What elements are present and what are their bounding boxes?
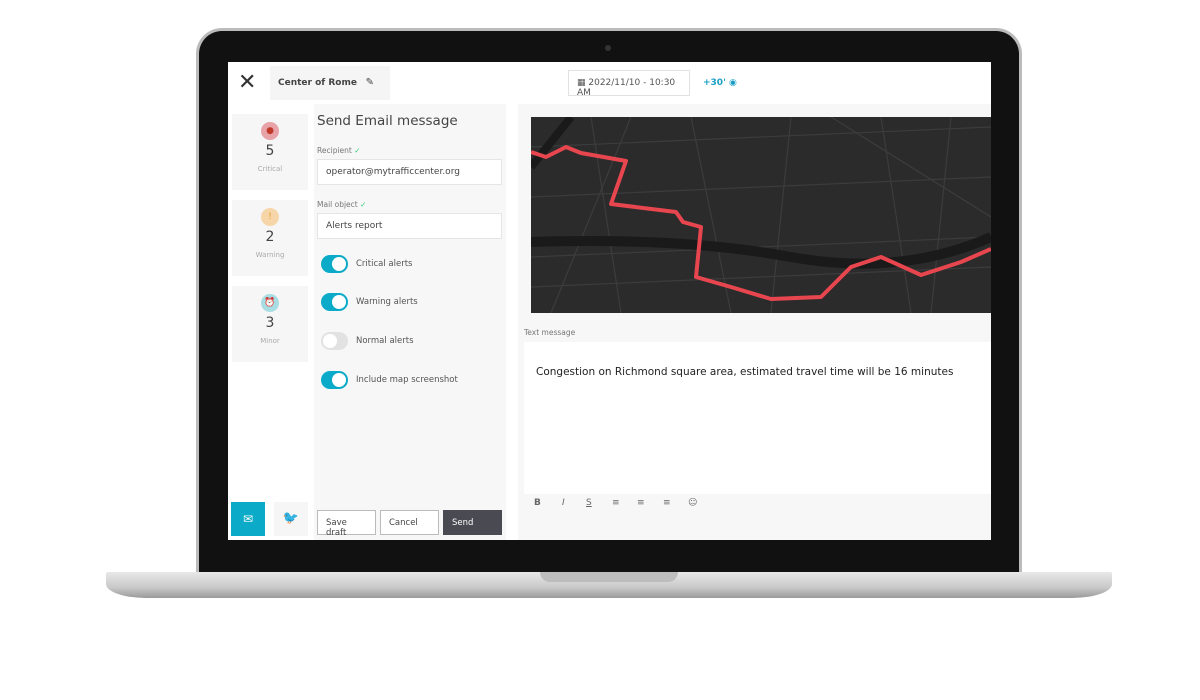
alert-label: Minor xyxy=(260,337,280,345)
include-map-toggle[interactable] xyxy=(321,371,348,389)
toggle-label: Critical alerts xyxy=(356,259,413,269)
align-right-button[interactable]: ≡ xyxy=(663,498,671,508)
map-screenshot[interactable] xyxy=(531,117,991,313)
normal-alerts-toggle[interactable] xyxy=(321,332,348,350)
critical-alerts-toggle[interactable] xyxy=(321,255,348,273)
map-image xyxy=(531,117,991,313)
align-center-button[interactable]: ≡ xyxy=(637,498,645,508)
calendar-icon: ▦ xyxy=(577,78,589,88)
exclamation-icon: ! xyxy=(261,208,279,226)
cancel-button[interactable]: Cancel xyxy=(380,510,439,535)
alert-card-critical[interactable]: ● 5 Critical xyxy=(232,114,308,190)
app-screen: ✕ Center of Rome ✎ ▦ 2022/11/10 - 10:30 A… xyxy=(228,62,991,540)
email-channel-button[interactable]: ✉ xyxy=(231,502,265,536)
clock-icon: ◉ xyxy=(728,78,737,88)
emoji-button[interactable]: ☺ xyxy=(688,498,697,508)
text-message-input[interactable]: Congestion on Richmond square area, esti… xyxy=(524,342,991,494)
alert-card-minor[interactable]: ⏰ 3 Minor xyxy=(232,286,308,362)
twitter-icon: 🐦 xyxy=(282,511,300,526)
text-message-label: Text message xyxy=(524,328,576,337)
alert-count: 3 xyxy=(265,315,275,331)
warning-alerts-toggle[interactable] xyxy=(321,293,348,311)
recipient-label: Recipient xyxy=(317,146,352,155)
italic-button[interactable]: I xyxy=(562,498,565,508)
alert-label: Critical xyxy=(257,165,283,173)
toggle-label: Normal alerts xyxy=(356,336,414,346)
send-button[interactable]: Send xyxy=(443,510,502,535)
location-name: Center of Rome xyxy=(278,78,357,88)
twitter-channel-button[interactable]: 🐦 xyxy=(274,502,308,536)
mail-object-label: Mail object xyxy=(317,200,358,209)
alert-count: 2 xyxy=(265,229,275,245)
save-draft-button[interactable]: Save draft xyxy=(317,510,376,538)
recipient-input[interactable]: operator@mytrafficcenter.org xyxy=(317,159,502,185)
check-icon: ✓ xyxy=(354,146,361,155)
toggle-label: Warning alerts xyxy=(356,297,418,307)
alert-label: Warning xyxy=(255,251,285,259)
time-offset[interactable]: +30' ◉ xyxy=(703,78,737,88)
bomb-icon: ● xyxy=(261,122,279,140)
alarm-clock-icon: ⏰ xyxy=(261,294,279,312)
laptop-notch xyxy=(540,572,678,582)
camera xyxy=(605,45,611,51)
bold-button[interactable]: B xyxy=(534,498,541,508)
location-tab[interactable]: Center of Rome ✎ xyxy=(270,66,390,100)
close-icon[interactable]: ✕ xyxy=(238,70,256,95)
form-title: Send Email message xyxy=(317,113,458,129)
datetime-value: 2022/11/10 - 10:30 AM xyxy=(577,78,676,98)
check-icon: ✓ xyxy=(360,200,367,209)
email-form: Send Email message Recipient ✓ operator@… xyxy=(314,104,506,540)
edit-icon[interactable]: ✎ xyxy=(366,77,374,88)
strikethrough-button[interactable]: S xyxy=(586,498,592,508)
envelope-icon: ✉ xyxy=(242,512,254,526)
alert-card-warning[interactable]: ! 2 Warning xyxy=(232,200,308,276)
mail-object-input[interactable]: Alerts report xyxy=(317,213,502,239)
alert-count: 5 xyxy=(265,143,275,159)
offset-value: +30' xyxy=(703,78,726,88)
toggle-label: Include map screenshot xyxy=(356,375,458,385)
align-left-button[interactable]: ≡ xyxy=(612,498,620,508)
datetime-picker[interactable]: ▦ 2022/11/10 - 10:30 AM xyxy=(568,70,690,98)
